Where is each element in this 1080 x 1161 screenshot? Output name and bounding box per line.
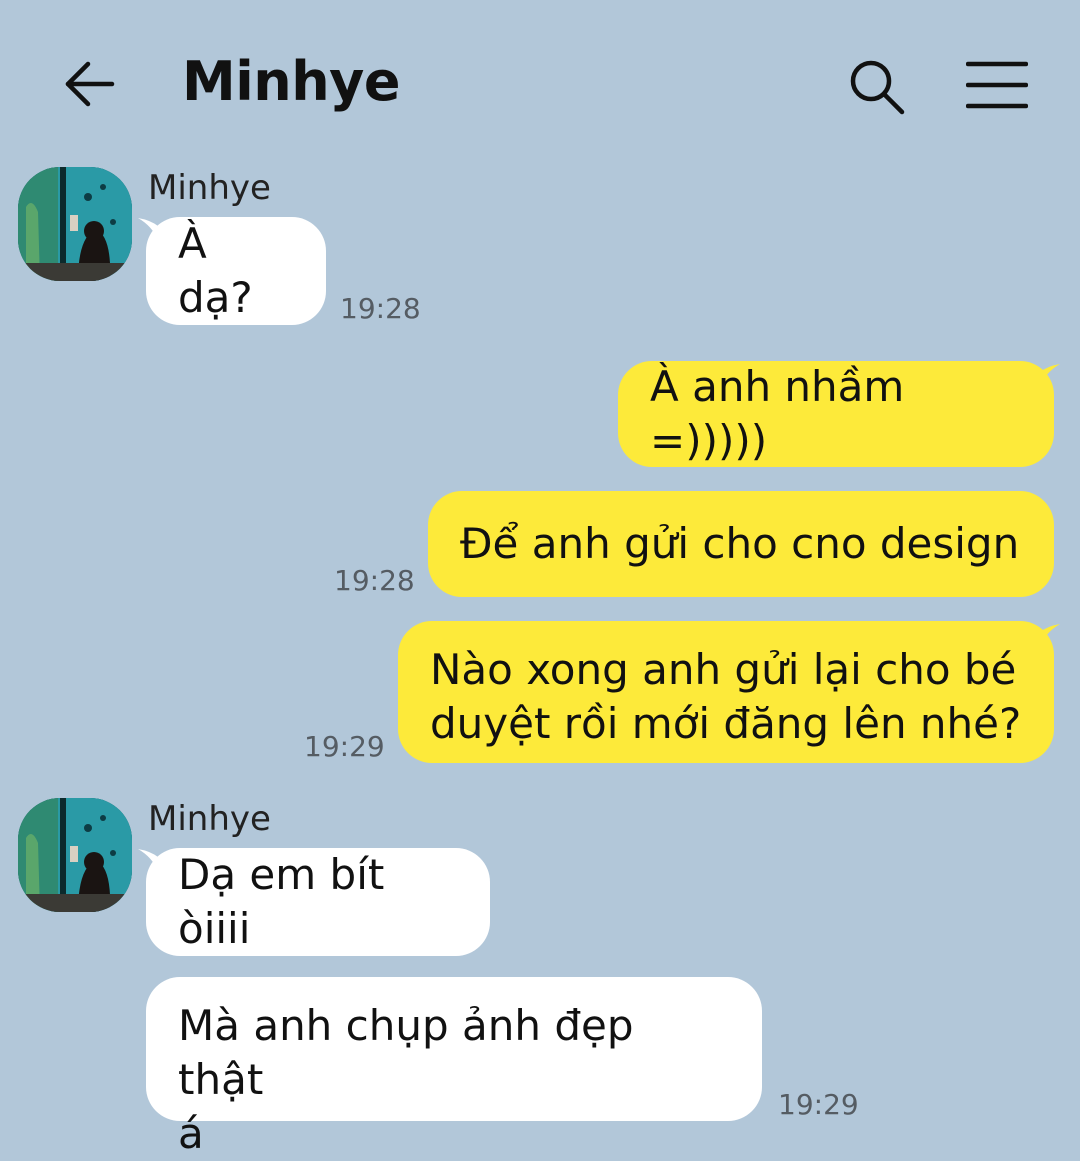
message-text: Dạ em bít òiiii (178, 850, 385, 953)
message-text-line: duyệt rồi mới đăng lên nhé? (430, 699, 1022, 748)
message-text: Để anh gửi cho cno design (460, 519, 1020, 568)
sender-name: Minhye (148, 799, 271, 839)
message-text: À dạ? (178, 219, 253, 322)
message-bubble-outgoing[interactable]: À anh nhầm =))))) (618, 361, 1054, 467)
profile-photo-icon (18, 167, 132, 281)
avatar[interactable] (18, 798, 132, 912)
message-time: 19:29 (778, 1088, 859, 1121)
message-time: 19:28 (340, 292, 421, 325)
chat-header: Minhye (0, 0, 1080, 160)
search-button[interactable] (842, 52, 912, 122)
message-text-line: á (178, 1109, 204, 1158)
message-text: À anh nhầm =))))) (650, 362, 905, 465)
chat-title: Minhye (182, 50, 400, 113)
bubble-tail (1040, 364, 1060, 386)
sender-name: Minhye (148, 168, 271, 208)
message-bubble-incoming[interactable]: Mà anh chụp ảnh đẹp thật á (146, 977, 762, 1158)
message-bubble-outgoing[interactable]: Để anh gửi cho cno design (428, 491, 1054, 597)
message-time: 19:29 (304, 730, 385, 763)
message-text-line: Nào xong anh gửi lại cho bé (430, 645, 1017, 694)
hamburger-menu-icon (966, 61, 1028, 109)
message-bubble-incoming[interactable]: À dạ? (146, 217, 326, 325)
back-button[interactable] (56, 52, 120, 116)
avatar[interactable] (18, 167, 132, 281)
bubble-tail (1040, 624, 1060, 646)
search-icon (850, 60, 905, 115)
profile-photo-icon (18, 798, 132, 912)
arrow-left-icon (65, 61, 115, 107)
message-time: 19:28 (334, 564, 415, 597)
message-text-line: Mà anh chụp ảnh đẹp thật (178, 1001, 634, 1104)
message-bubble-incoming[interactable]: Dạ em bít òiiii (146, 848, 490, 956)
message-bubble-outgoing[interactable]: Nào xong anh gửi lại cho bé duyệt rồi mớ… (398, 621, 1054, 763)
menu-button[interactable] (960, 52, 1034, 118)
